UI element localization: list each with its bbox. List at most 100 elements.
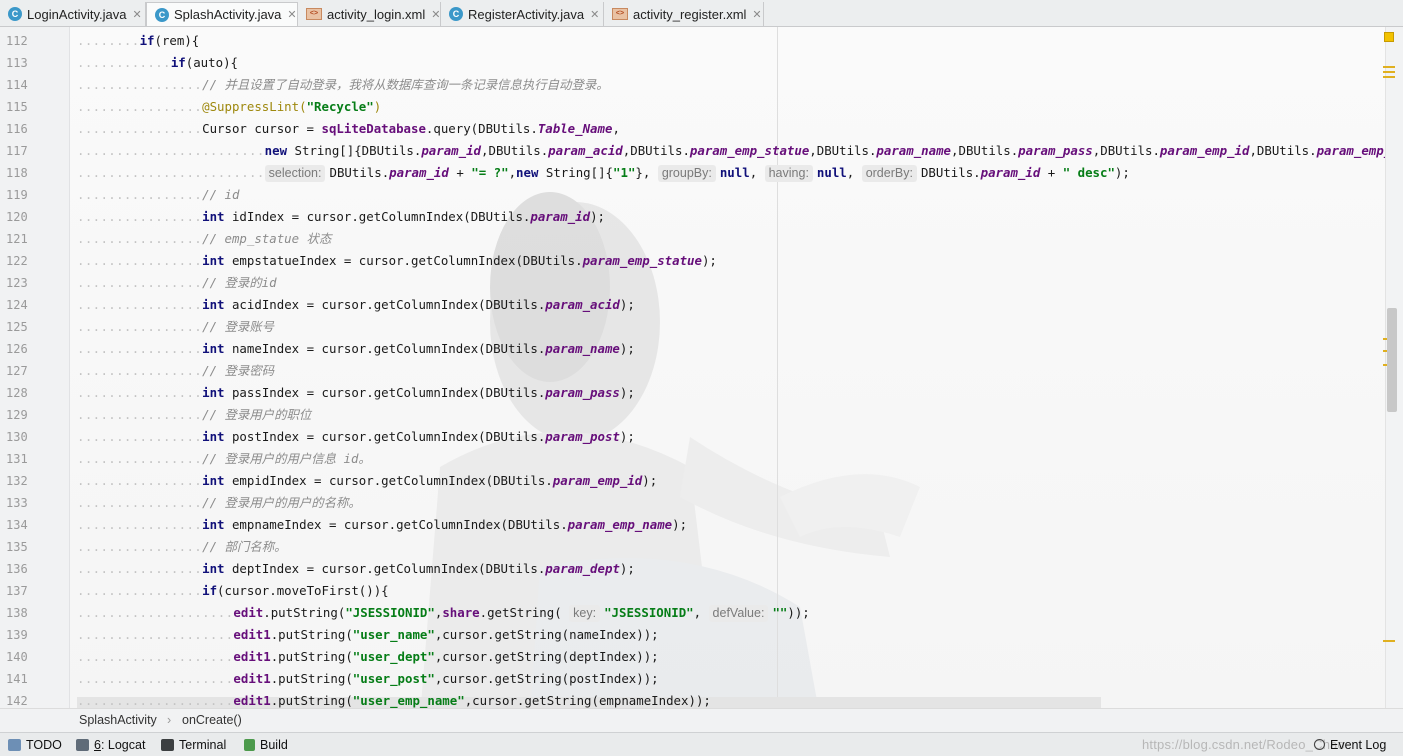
code-line[interactable]: . . . . . . . . . . . . . . . . int pass… (77, 382, 635, 404)
code-token: sqLiteDatabase (321, 121, 426, 136)
code-line[interactable]: . . . . . . . . . . . . . . . . Cursor c… (77, 118, 620, 140)
indent-guide: . . . . . . . . . . . . . . . . (77, 583, 203, 598)
code-token: "JSESSIONID" (604, 605, 694, 620)
tab-register-activity[interactable]: C RegisterActivity.java ✕ (441, 2, 604, 26)
code-line[interactable]: . . . . . . . . . . . . . . . . if(curso… (77, 580, 389, 602)
code-line[interactable]: . . . . . . . . . . . . . . . . // 登录用户的… (77, 448, 371, 470)
code-line[interactable]: . . . . . . . . . . . . . . . . . . . . … (77, 162, 1130, 184)
code-line[interactable]: . . . . . . . . . . . . . . . . // 并且设置了… (77, 74, 609, 96)
line-number: 112 (6, 34, 28, 48)
code-token: param_emp_na (1316, 143, 1385, 158)
code-line[interactable]: . . . . . . . . . . . . . . . . // 登录用户的… (77, 404, 311, 426)
code-token: ,DBUtils. (622, 143, 690, 158)
close-icon[interactable]: ✕ (590, 8, 599, 21)
code-line[interactable]: . . . . . . . . . . . . . . . . @Suppres… (77, 96, 381, 118)
indent-guide: . . . . . . . . . . . . . . . . . . . . (77, 671, 234, 686)
java-class-icon: C (8, 7, 22, 21)
code-token: empnameIndex = cursor.getColumnIndex(DBU… (224, 517, 568, 532)
line-number: 140 (6, 650, 28, 664)
code-line[interactable]: . . . . . . . . . . . . . . . . // 登录账号 (77, 316, 274, 338)
tab-label: LoginActivity.java (27, 6, 127, 22)
close-icon[interactable]: ✕ (431, 8, 440, 21)
terminal-label: Terminal (179, 737, 227, 752)
code-line[interactable]: . . . . . . . . . . . . . . . . int name… (77, 338, 635, 360)
code-token: .putString( (270, 693, 353, 708)
code-token: ,DBUtils. (1092, 143, 1160, 158)
line-number: 124 (6, 298, 28, 312)
code-token: int (202, 517, 225, 532)
code-token: ); (1114, 165, 1130, 180)
tab-splash-activity[interactable]: C SplashActivity.java ✕ (146, 2, 298, 26)
code-line[interactable]: . . . . . . . . . . . . . . . . // id (77, 184, 239, 206)
code-token: .putString( (263, 605, 346, 620)
code-token: null (816, 165, 847, 180)
error-stripe-marker[interactable] (1383, 66, 1395, 68)
code-line[interactable]: . . . . . . . . . . . . . . . . int empn… (77, 514, 687, 536)
todo-button[interactable]: TODO (8, 733, 62, 756)
code-token: edit1 (233, 693, 271, 708)
error-stripe-marker[interactable] (1383, 76, 1395, 78)
tab-login-activity[interactable]: C LoginActivity.java ✕ (0, 2, 146, 26)
code-token: .putString( (270, 627, 353, 642)
indent-guide: . . . . . . . . . . . . . . . . (77, 77, 203, 92)
code-line[interactable]: . . . . . . . . . . . . if(auto){ (77, 52, 238, 74)
code-line[interactable]: . . . . . . . . . . . . . . . . int acid… (77, 294, 635, 316)
breadcrumb-separator-icon: › (167, 713, 172, 727)
code-line[interactable]: . . . . . . . . . . . . . . . . . . . . … (77, 668, 659, 690)
breadcrumb-method[interactable]: onCreate() (182, 709, 242, 732)
todo-icon (8, 738, 21, 751)
code-token: // emp_statue 状态 (202, 231, 332, 246)
code-line[interactable]: . . . . . . . . . . . . . . . . . . . . … (77, 602, 810, 624)
code-token: DBUtils. (920, 165, 981, 180)
warning-indicator-icon[interactable] (1384, 32, 1394, 42)
code-token: (rem){ (154, 33, 200, 48)
code-token: ); (701, 253, 717, 268)
error-stripe-marker[interactable] (1383, 640, 1395, 642)
code-token: "" (772, 605, 788, 620)
code-line[interactable]: . . . . . . . . . . . . . . . . // 部门名称。 (77, 536, 286, 558)
code-line[interactable]: . . . . . . . . . . . . . . . . . . . . … (77, 646, 659, 668)
code-line[interactable]: . . . . . . . . if(rem){ (77, 30, 199, 52)
terminal-button[interactable]: Terminal (161, 733, 226, 756)
code-token: , (846, 165, 862, 180)
code-line[interactable]: . . . . . . . . . . . . . . . . . . . . … (77, 140, 1385, 162)
line-number-gutter[interactable]: 112 113 114 115 116 117 118 119 120 121 122 123 124 1… (0, 27, 70, 708)
build-icon (244, 738, 255, 751)
code-line[interactable]: . . . . . . . . . . . . . . . . int dept… (77, 558, 635, 580)
code-line[interactable]: . . . . . . . . . . . . . . . . // 登录用户的… (77, 492, 361, 514)
code-line[interactable]: . . . . . . . . . . . . . . . . // 登录密码 (77, 360, 274, 382)
code-line[interactable]: . . . . . . . . . . . . . . . . int post… (77, 426, 635, 448)
code-token: "Recycle" (306, 99, 374, 114)
close-icon[interactable]: ✕ (132, 8, 141, 21)
code-token: String[]{DBUtils. (287, 143, 422, 158)
scrollbar-thumb[interactable] (1387, 308, 1397, 412)
error-stripe-marker[interactable] (1383, 71, 1395, 73)
code-token: (auto){ (185, 55, 238, 70)
code-line[interactable]: . . . . . . . . . . . . . . . . . . . . … (77, 690, 711, 708)
code-line[interactable]: . . . . . . . . . . . . . . . . . . . . … (77, 624, 659, 646)
code-token: ,cursor.getString(nameIndex)); (434, 627, 659, 642)
code-line[interactable]: . . . . . . . . . . . . . . . . // 登录的id (77, 272, 277, 294)
close-icon[interactable]: ✕ (752, 8, 761, 21)
breadcrumb-class[interactable]: SplashActivity (79, 709, 157, 732)
code-line[interactable]: . . . . . . . . . . . . . . . . // emp_s… (77, 228, 331, 250)
code-line[interactable]: . . . . . . . . . . . . . . . . int idIn… (77, 206, 605, 228)
tab-label: activity_login.xml (327, 6, 426, 22)
code-token: ); (619, 385, 635, 400)
code-token: // 登录密码 (202, 363, 275, 378)
code-token: param_acid (545, 297, 620, 312)
code-token: edit (233, 605, 264, 620)
indent-guide: . . . . . . . . . . . . . . . . . . . . … (77, 165, 265, 180)
logcat-button[interactable]: 6 : Logcat (76, 733, 145, 756)
tab-activity-login-xml[interactable]: <> activity_login.xml ✕ (298, 2, 441, 26)
close-icon[interactable]: ✕ (287, 8, 296, 21)
xml-file-icon: <> (612, 8, 628, 20)
build-button[interactable]: Build (244, 733, 288, 756)
code-line[interactable]: . . . . . . . . . . . . . . . . int empi… (77, 470, 657, 492)
indent-guide: . . . . . . . . . . . . . . . . (77, 495, 203, 510)
code-line[interactable]: . . . . . . . . . . . . . . . . int emps… (77, 250, 717, 272)
event-log-button[interactable]: Event Log (1314, 733, 1386, 756)
tab-activity-register-xml[interactable]: <> activity_register.xml ✕ (604, 2, 764, 26)
code-editor[interactable]: . . . . . . . . if(rem){. . . . . . . . … (70, 27, 1385, 708)
code-token: ,DBUtils. (951, 143, 1019, 158)
